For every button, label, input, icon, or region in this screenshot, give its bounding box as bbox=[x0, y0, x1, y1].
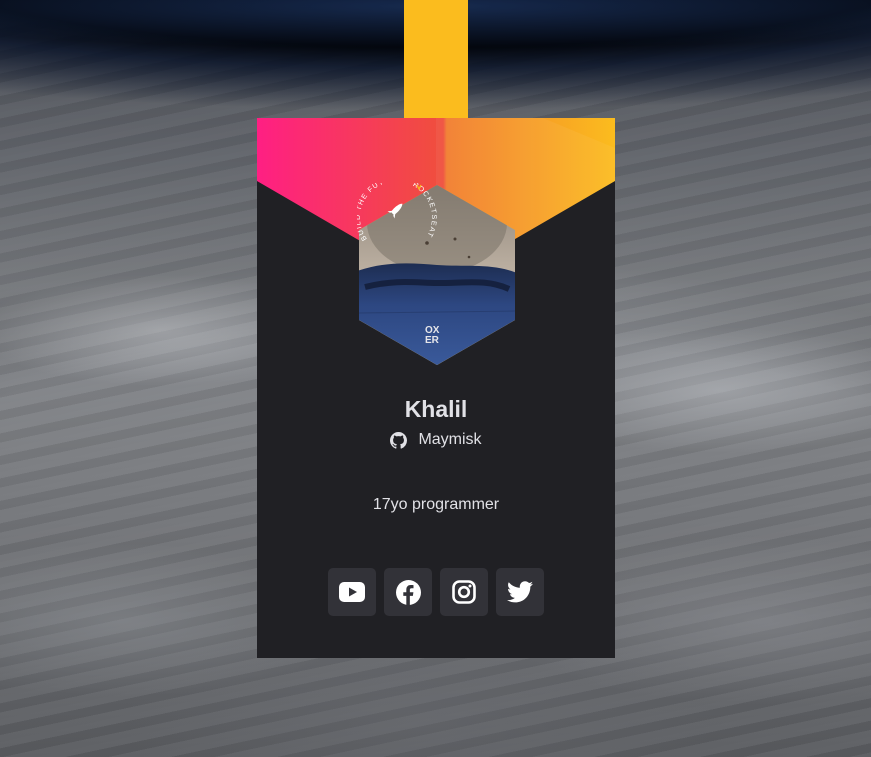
social-links bbox=[328, 568, 544, 616]
youtube-icon bbox=[339, 582, 365, 602]
shirt-logo-text-2: ER bbox=[425, 335, 440, 346]
github-username: Maymisk bbox=[418, 431, 482, 448]
youtube-button[interactable] bbox=[328, 568, 376, 616]
twitter-button[interactable] bbox=[496, 568, 544, 616]
profile-name: Khalil bbox=[404, 396, 468, 422]
lanyard-strap bbox=[404, 0, 468, 136]
twitter-icon bbox=[507, 581, 533, 603]
github-icon bbox=[390, 431, 408, 449]
facebook-button[interactable] bbox=[384, 568, 432, 616]
profile-bio: 17yo programmer bbox=[372, 496, 500, 513]
profile-badge-card: OX ER BUILD THE FUTURE · ROCKETSEAT · Kh… bbox=[257, 118, 615, 658]
avatar: OX ER BUILD THE FUTURE · ROCKETSEAT · bbox=[357, 183, 515, 365]
facebook-icon bbox=[395, 579, 421, 605]
github-link[interactable]: Maymisk bbox=[257, 429, 615, 451]
instagram-button[interactable] bbox=[440, 568, 488, 616]
instagram-icon bbox=[452, 580, 476, 604]
